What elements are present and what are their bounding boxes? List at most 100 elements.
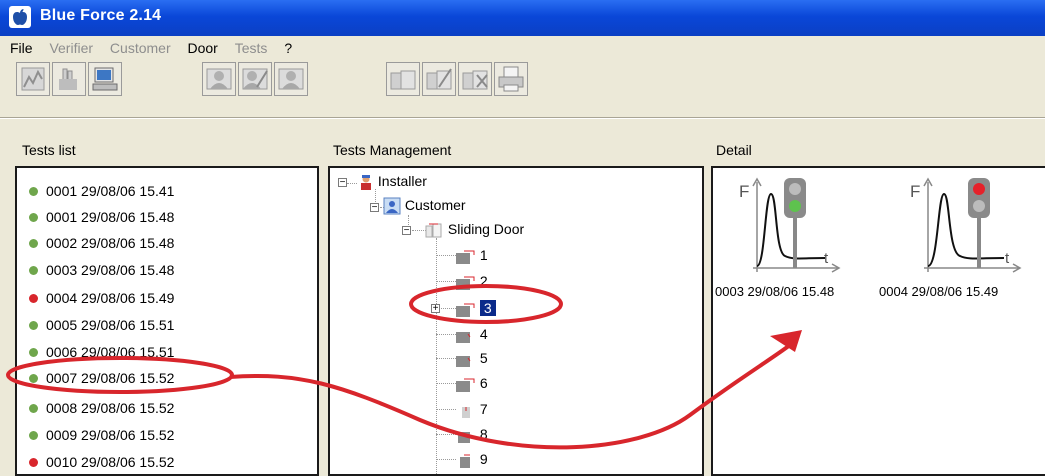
collapse-toggle-icon[interactable]: − [370,203,379,213]
tree-node-customer[interactable]: Customer [383,195,466,215]
tree-node-sliding-door[interactable]: Sliding Door [424,219,524,239]
apple-logo-icon [9,6,31,28]
test-row[interactable]: 0006 29/08/06 15.51 [29,344,174,364]
tree-node-label: 1 [479,247,488,263]
sliding-door-icon [425,223,442,238]
door-test-icon [456,352,476,368]
tree-node-test-selected[interactable]: 3 [456,298,496,318]
curve-button[interactable] [16,62,50,96]
test-label: 0004 29/08/06 15.49 [46,290,175,306]
tree-node-installer[interactable]: Installer [358,171,427,191]
door-test-icon [456,302,476,318]
expand-toggle-icon[interactable]: + [431,304,440,314]
door-edit-icon [426,68,452,90]
status-dot-icon [29,186,38,196]
tree-node-test[interactable]: 7 [456,399,488,419]
menu-tests[interactable]: Tests [235,40,268,56]
door-test-icon [456,328,476,344]
door-icon [390,70,416,90]
menu-help[interactable]: ? [284,40,292,56]
status-dot-icon [29,265,38,275]
status-dot-icon [29,347,38,357]
computer-button[interactable] [88,62,122,96]
status-dot-icon [29,320,38,330]
menu-verifier[interactable]: Verifier [49,40,93,56]
status-dot-icon [29,293,38,303]
test-row[interactable]: 0001 29/08/06 15.41 [29,183,174,203]
test-row[interactable]: 0003 29/08/06 15.48 [29,262,174,282]
test-row[interactable]: 0009 29/08/06 15.52 [29,427,174,447]
user-icon [206,68,232,90]
tree-node-label: Customer [404,197,466,213]
test-row[interactable]: 0010 29/08/06 15.52 [29,454,174,474]
tests-management-tree[interactable]: − Installer − Customer − Sliding Door 1 … [328,166,704,476]
door-edit-button[interactable] [422,62,456,96]
test-row[interactable]: 0004 29/08/06 15.49 [29,290,174,310]
door-delete-button[interactable] [458,62,492,96]
tree-node-label: 3 [479,300,496,316]
door-delete-icon [462,70,488,90]
door-test-icon [456,453,476,469]
user-delete-button[interactable] [274,62,308,96]
door-test-icon [456,377,476,393]
tree-line [436,459,456,460]
detail-item[interactable]: F t [904,174,1024,284]
tree-node-test[interactable]: 5 [456,348,488,368]
tree-node-test[interactable]: 8 [456,424,488,444]
toolbar-separator [0,117,1045,119]
test-row[interactable]: 0007 29/08/06 15.52 [29,370,174,390]
print-button[interactable] [494,62,528,96]
tree-node-test[interactable]: 9 [456,449,488,469]
door-test-icon [456,249,476,265]
test-label: 0002 29/08/06 15.48 [46,235,175,251]
status-dot-icon [29,212,38,222]
tree-node-label: 4 [479,326,488,342]
test-row[interactable]: 0001 29/08/06 15.48 [29,209,174,229]
door-test-icon [456,275,476,291]
tree-node-test[interactable]: 1 [456,245,488,265]
tree-node-label: 5 [479,350,488,366]
tree-node-label: 7 [479,401,488,417]
user-button[interactable] [202,62,236,96]
status-dot-icon [29,457,38,467]
test-label: 0001 29/08/06 15.41 [46,183,175,199]
glove-icon [59,68,77,90]
menu-customer[interactable]: Customer [110,40,171,56]
tree-line [436,334,456,335]
test-label: 0003 29/08/06 15.48 [46,262,175,278]
menu-file[interactable]: File [10,40,33,56]
detail-item-label: 0003 29/08/06 15.48 [715,284,835,299]
force-axis-label: F [910,182,921,201]
test-row[interactable]: 0008 29/08/06 15.52 [29,400,174,420]
glove-button[interactable] [52,62,86,96]
tree-node-label: Sliding Door [447,221,525,237]
computer-icon [92,67,118,91]
tree-line [436,409,456,410]
tests-list[interactable]: 0001 29/08/06 15.41 0001 29/08/06 15.48 … [15,166,319,476]
test-label: 0010 29/08/06 15.52 [46,454,175,470]
title-bar: Blue Force 2.14 [0,0,1045,36]
user-edit-button[interactable] [238,62,272,96]
detail-item[interactable]: F t [733,174,843,284]
force-axis-label: F [739,182,750,201]
detail-panel: F t F t 0003 29/08/06 15.48 0004 29/08/0… [711,166,1045,476]
tree-node-test[interactable]: 6 [456,373,488,393]
collapse-toggle-icon[interactable]: − [338,178,347,188]
tree-node-label: 6 [479,375,488,391]
menu-door[interactable]: Door [188,40,218,56]
tree-line [436,383,456,384]
tree-node-test[interactable]: 4 [456,324,488,344]
test-label: 0008 29/08/06 15.52 [46,400,175,416]
tests-management-label: Tests Management [333,142,452,158]
collapse-toggle-icon[interactable]: − [402,226,411,236]
test-row[interactable]: 0002 29/08/06 15.48 [29,235,174,255]
test-row[interactable]: 0005 29/08/06 15.51 [29,317,174,337]
tree-node-test[interactable]: 2 [456,271,488,291]
time-axis-label: t [824,250,829,267]
door-button[interactable] [386,62,420,96]
time-axis-label: t [1005,250,1010,267]
test-label: 0001 29/08/06 15.48 [46,209,175,225]
tree-line [436,238,437,474]
test-label: 0009 29/08/06 15.52 [46,427,175,443]
test-label: 0005 29/08/06 15.51 [46,317,175,333]
